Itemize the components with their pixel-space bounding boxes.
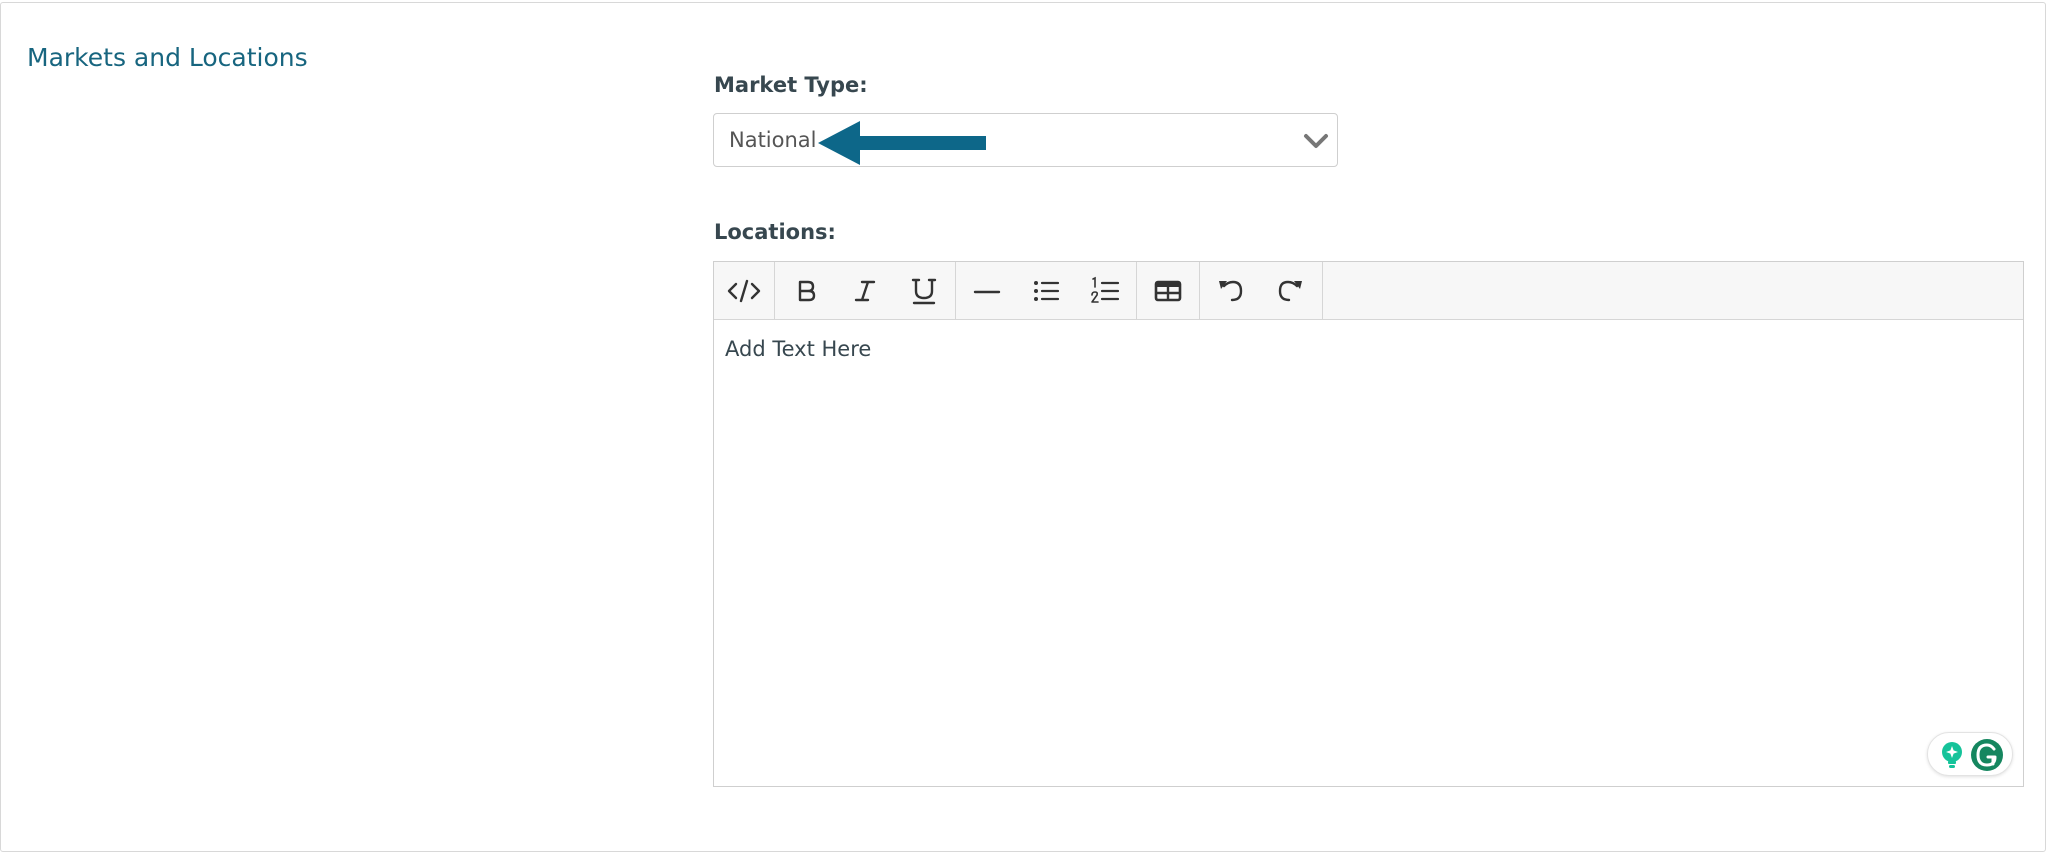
toolbar-group-format — [775, 262, 956, 319]
ordered-list-icon — [1091, 276, 1120, 303]
locations-rich-text-editor: Add Text Here — [713, 261, 2024, 787]
grammarly-widget[interactable] — [1927, 732, 2013, 776]
ordered-list-button[interactable] — [1086, 272, 1124, 310]
locations-label: Locations: — [714, 220, 836, 244]
editor-placeholder-text: Add Text Here — [725, 337, 872, 361]
toolbar-group-code — [714, 262, 775, 319]
bold-button[interactable] — [787, 272, 825, 310]
market-type-label: Market Type: — [714, 73, 868, 97]
toolbar-group-history — [1200, 262, 1323, 319]
code-view-button[interactable] — [725, 272, 763, 310]
markets-locations-panel: Markets and Locations Market Type: Natio… — [0, 2, 2046, 852]
section-title: Markets and Locations — [27, 43, 308, 72]
horizontal-rule-icon — [973, 290, 1001, 294]
market-type-select[interactable]: National — [713, 113, 1338, 167]
bold-icon — [798, 280, 816, 302]
table-button[interactable] — [1149, 272, 1187, 310]
locations-text-area[interactable]: Add Text Here — [714, 320, 2023, 786]
toolbar-group-table — [1137, 262, 1200, 319]
redo-icon — [1278, 280, 1302, 302]
undo-icon — [1219, 280, 1243, 302]
market-type-selected-value: National — [729, 128, 817, 152]
undo-button[interactable] — [1212, 272, 1250, 310]
editor-toolbar — [714, 262, 2023, 320]
redo-button[interactable] — [1271, 272, 1309, 310]
table-icon — [1154, 280, 1182, 302]
annotation-arrow-icon — [818, 121, 986, 165]
unordered-list-icon — [1034, 281, 1060, 301]
lightbulb-icon[interactable] — [1938, 740, 1966, 770]
italic-icon — [854, 280, 876, 302]
underline-icon — [911, 278, 937, 305]
underline-button[interactable] — [905, 272, 943, 310]
chevron-down-icon — [1304, 134, 1328, 148]
grammarly-logo-icon[interactable] — [1970, 738, 2004, 772]
unordered-list-button[interactable] — [1027, 272, 1065, 310]
code-icon — [727, 279, 761, 303]
italic-button[interactable] — [846, 272, 884, 310]
horizontal-rule-button[interactable] — [968, 272, 1006, 310]
toolbar-group-blocks — [956, 262, 1137, 319]
